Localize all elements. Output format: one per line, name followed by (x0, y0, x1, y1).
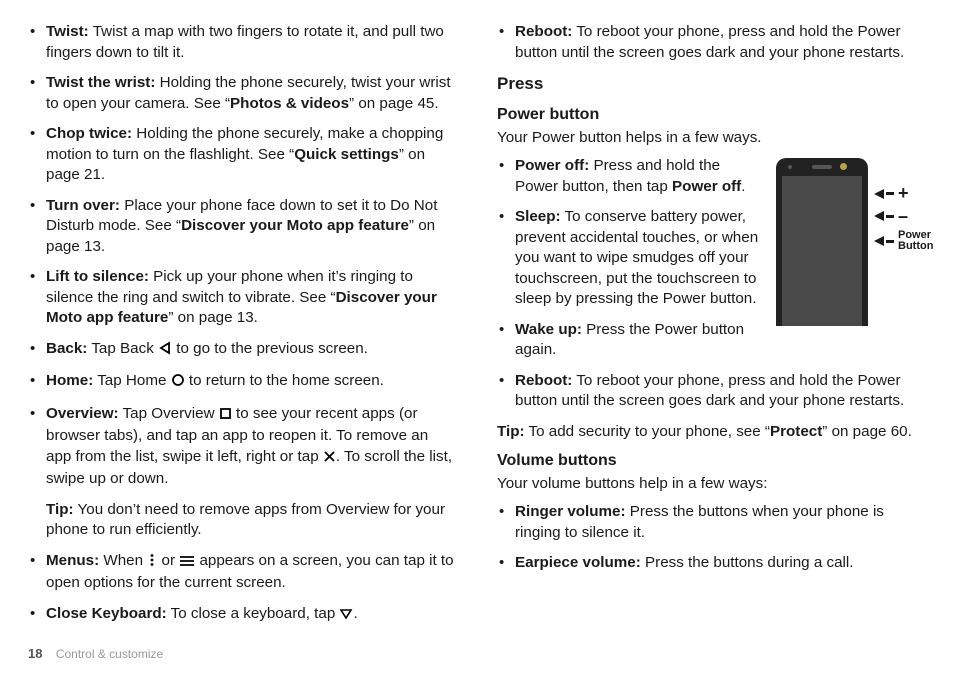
overview-icon (219, 406, 232, 427)
item-earpiece-volume: Earpiece volume: Press the buttons durin… (497, 553, 926, 574)
text: ” on page 13. (168, 309, 258, 326)
term: Lift to silence: (46, 268, 149, 285)
text: to return to the home screen. (185, 372, 384, 389)
home-icon (171, 373, 185, 394)
item-sleep: Sleep: To conserve battery power, preven… (497, 207, 787, 310)
ref: Protect (770, 423, 822, 440)
text: To reboot your phone, press and hold the… (515, 372, 904, 410)
text: Tap Home (93, 372, 170, 389)
left-list: Twist: Twist a map with two fingers to r… (28, 22, 457, 490)
item-twist: Twist: Twist a map with two fingers to r… (28, 22, 457, 63)
hamburger-icon (179, 553, 195, 574)
term: Reboot: (515, 23, 572, 40)
power-list: Power off: Press and hold the Power butt… (497, 156, 787, 361)
text: To reboot your phone, press and hold the… (515, 23, 904, 61)
right-column: Reboot: To reboot your phone, press and … (497, 22, 926, 636)
heading-power-button: Power button (497, 104, 926, 126)
page-number: 18 (28, 646, 42, 661)
text: Tap Overview (119, 405, 219, 422)
item-twist-wrist: Twist the wrist: Holding the phone secur… (28, 73, 457, 114)
volume-list: Ringer volume: Press the buttons when yo… (497, 502, 926, 574)
item-ringer-volume: Ringer volume: Press the buttons when yo… (497, 502, 926, 543)
item-lift-silence: Lift to silence: Pick up your phone when… (28, 267, 457, 329)
item-overview: Overview: Tap Overview to see your recen… (28, 404, 457, 490)
power-list-2: Reboot: To reboot your phone, press and … (497, 371, 926, 412)
protect-tip: Tip: To add security to your phone, see … (497, 422, 926, 443)
text: or (157, 552, 179, 569)
text: ” on page 60. (822, 423, 912, 440)
term: Sleep: (515, 208, 561, 225)
term: Wake up: (515, 321, 582, 338)
term: Earpiece volume: (515, 554, 641, 571)
item-power-off: Power off: Press and hold the Power butt… (497, 156, 787, 197)
term: Menus: (46, 552, 99, 569)
phone-illustration (776, 158, 868, 326)
power-lead: Your Power button helps in a few ways. (497, 128, 926, 149)
tip-label: Tip: (497, 423, 525, 440)
label-volume-up: + (874, 184, 933, 203)
overview-tip: Tip: You don’t need to remove apps from … (28, 500, 457, 541)
item-chop-twice: Chop twice: Holding the phone securely, … (28, 124, 457, 186)
ref: Discover your Moto app feature (181, 217, 409, 234)
page: Twist: Twist a map with two fingers to r… (0, 0, 954, 636)
left-column: Twist: Twist a map with two fingers to r… (28, 22, 457, 636)
item-home: Home: Tap Home to return to the home scr… (28, 371, 457, 394)
term: Overview: (46, 405, 119, 422)
phone-labels: + – PowerButton (874, 184, 933, 257)
term: Chop twice: (46, 125, 132, 142)
term: Turn over: (46, 197, 120, 214)
text: When (99, 552, 147, 569)
tip-text: You don’t need to remove apps from Overv… (46, 501, 445, 539)
text: . (353, 605, 357, 622)
label-power-button: PowerButton (874, 230, 933, 253)
text: Twist a map with two fingers to rotate i… (46, 23, 444, 61)
term: Home: (46, 372, 93, 389)
item-back: Back: Tap Back to go to the previous scr… (28, 339, 457, 362)
more-vert-icon (147, 553, 157, 574)
item-menus: Menus: When or appears on a screen, you … (28, 551, 457, 594)
footer-section: Control & customize (56, 647, 163, 661)
right-top-list: Reboot: To reboot your phone, press and … (497, 22, 926, 63)
keyboard-down-icon (339, 606, 353, 627)
back-icon (158, 341, 172, 362)
ref: Power off (672, 178, 741, 195)
power-block: + – PowerButton Power off: Press and hol… (497, 156, 926, 412)
text: ” on page 45. (349, 95, 439, 112)
term: Close Keyboard: (46, 605, 167, 622)
term: Back: (46, 340, 87, 357)
ref: Photos & videos (230, 95, 349, 112)
label-volume-down: – (874, 207, 933, 226)
heading-press: Press (497, 73, 926, 96)
item-turn-over: Turn over: Place your phone face down to… (28, 196, 457, 258)
text: . (741, 178, 745, 195)
page-footer: 18 Control & customize (28, 645, 163, 663)
term: Reboot: (515, 372, 572, 389)
volume-lead: Your volume buttons help in a few ways: (497, 474, 926, 495)
left-list-2: Menus: When or appears on a screen, you … (28, 551, 457, 627)
close-icon (323, 449, 336, 470)
text: To close a keyboard, tap (167, 605, 340, 622)
tip-label: Tip: (46, 501, 74, 518)
text: Press the buttons during a call. (641, 554, 854, 571)
item-wake-up: Wake up: Press the Power button again. (497, 320, 787, 361)
term: Power off: (515, 157, 589, 174)
heading-volume-buttons: Volume buttons (497, 450, 926, 472)
item-close-keyboard: Close Keyboard: To close a keyboard, tap… (28, 604, 457, 627)
term: Twist: (46, 23, 89, 40)
term: Ringer volume: (515, 503, 626, 520)
term: Twist the wrist: (46, 74, 155, 91)
text: to go to the previous screen. (172, 340, 368, 357)
text: Tap Back (87, 340, 158, 357)
item-reboot: Reboot: To reboot your phone, press and … (497, 371, 926, 412)
item-reboot-top: Reboot: To reboot your phone, press and … (497, 22, 926, 63)
text: To add security to your phone, see “ (525, 423, 770, 440)
phone-figure: + – PowerButton (776, 158, 926, 326)
ref: Quick settings (294, 146, 399, 163)
